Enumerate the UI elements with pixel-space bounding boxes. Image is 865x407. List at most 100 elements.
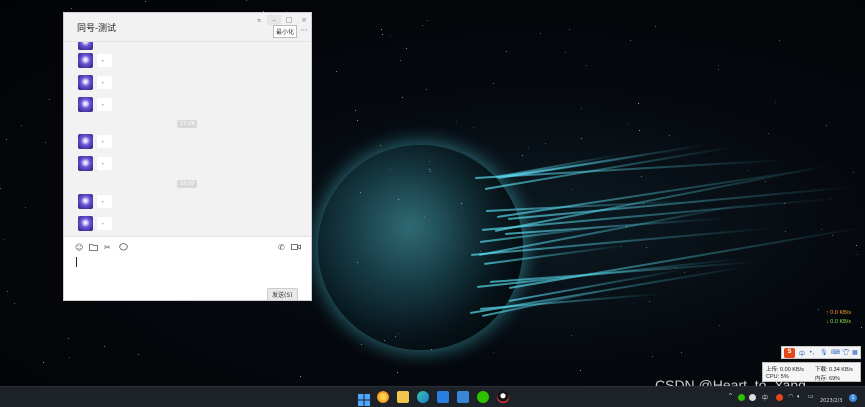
send-button[interactable]: 发送(S) [267,288,298,301]
message-bubble[interactable]: , [97,157,112,170]
ime-toolbar[interactable]: S 中 •, 🎙︎ ⌨︎ 👕︎ ▦ [781,346,861,359]
message-bubble[interactable]: , [97,217,112,230]
chat-history-icon[interactable] [119,243,128,253]
wifi-icon[interactable]: ◠ [788,393,793,400]
star [356,120,358,122]
avatar[interactable] [78,97,93,112]
star [380,29,382,31]
star [585,64,587,66]
tray-ime-icon[interactable] [776,394,783,401]
star [394,335,396,337]
close-button[interactable]: × [297,15,311,25]
star [856,253,858,255]
star [473,127,475,129]
browser-icon[interactable] [377,391,389,403]
star [527,147,529,149]
star [493,351,495,353]
tray-wechat-icon[interactable] [738,394,745,401]
message-bubble[interactable]: , [97,98,112,111]
star [764,181,766,183]
text-cursor [76,257,77,267]
pin-icon[interactable]: ⌅ [252,15,266,25]
emoji-icon[interactable]: ☺ [75,243,83,252]
notification-badge[interactable]: 1 [849,394,857,402]
star [629,39,631,41]
stat-memory: 内存: 69% [815,376,841,382]
windows-start-icon[interactable] [358,391,370,406]
star [649,301,651,303]
star [381,34,383,36]
star [429,170,431,172]
tray-language[interactable]: 中 [762,393,768,402]
message-bubble[interactable]: , [97,135,112,148]
star [718,68,720,70]
ime-mode[interactable]: 中 [799,349,805,358]
message-input-area[interactable]: ☺ ✂ ✆ 发送(S) [64,236,311,301]
star [336,70,338,72]
energy-streak [475,158,789,179]
star [571,189,573,191]
chat-titlebar[interactable]: 同号-测试 ⌅ – □ × 最小化 ··· [64,13,311,41]
tray-app-icon[interactable] [749,394,756,401]
dev-tool-icon[interactable] [437,391,449,403]
star [580,369,582,371]
star [747,169,749,171]
keyboard-icon[interactable]: ⌨︎ [831,349,840,356]
star [456,121,458,123]
wechat-icon[interactable] [477,391,489,403]
photos-icon[interactable] [457,391,469,403]
star [3,238,5,240]
message-bubble[interactable]: , [97,195,112,208]
star [384,339,386,341]
message-bubble[interactable]: , [97,54,112,67]
tray-expand-icon[interactable]: ^ [728,393,733,400]
energy-streak [507,143,708,178]
star [44,142,46,144]
star [681,352,683,354]
microphone-icon[interactable]: 🎙︎ [820,349,828,356]
avatar[interactable] [78,156,93,171]
star [400,60,402,62]
avatar[interactable] [78,216,93,231]
avatar[interactable] [78,75,93,90]
edge-icon[interactable] [417,391,429,403]
qq-icon[interactable] [497,391,509,403]
folder-icon[interactable] [89,243,98,253]
star [427,20,429,22]
star [380,145,382,147]
star [104,346,106,348]
video-icon[interactable] [291,243,301,253]
scissors-icon[interactable]: ✂ [104,243,111,252]
stat-download: 下载: 0.34 KB/s [815,367,853,373]
star [6,138,8,140]
avatar[interactable] [78,134,93,149]
avatar[interactable] [78,42,93,50]
star [831,234,833,236]
speaker-icon[interactable]: 🔈︎ [797,393,801,401]
avatar[interactable] [78,194,93,209]
maximize-button[interactable]: □ [282,15,296,25]
avatar[interactable] [78,53,93,68]
star [818,309,820,310]
punctuation-icon[interactable]: •, [809,349,814,356]
battery-icon[interactable]: ▭ [808,393,814,400]
star [627,123,629,125]
taskbar-date[interactable]: 2023/2/3 [820,398,842,404]
minimize-button[interactable]: – [267,15,281,25]
star [428,168,430,170]
toolbox-icon[interactable]: ▦ [852,349,858,356]
star [639,130,641,132]
file-explorer-icon[interactable] [397,391,409,403]
star [299,376,301,378]
more-options-icon[interactable]: ··· [300,26,308,35]
sogou-logo[interactable]: S [784,348,795,358]
net-upload-speed: ↑ 0.0 KB/s [826,310,852,316]
phone-icon[interactable]: ✆ [278,243,285,252]
star [43,361,45,363]
minimize-tooltip: 最小化 [273,25,298,38]
message-list[interactable]: , , , 17:24 , , 18:00 , , [64,41,311,236]
star [581,108,583,110]
message-bubble[interactable]: , [97,76,112,89]
star [826,125,828,127]
skin-icon[interactable]: 👕︎ [842,349,850,356]
